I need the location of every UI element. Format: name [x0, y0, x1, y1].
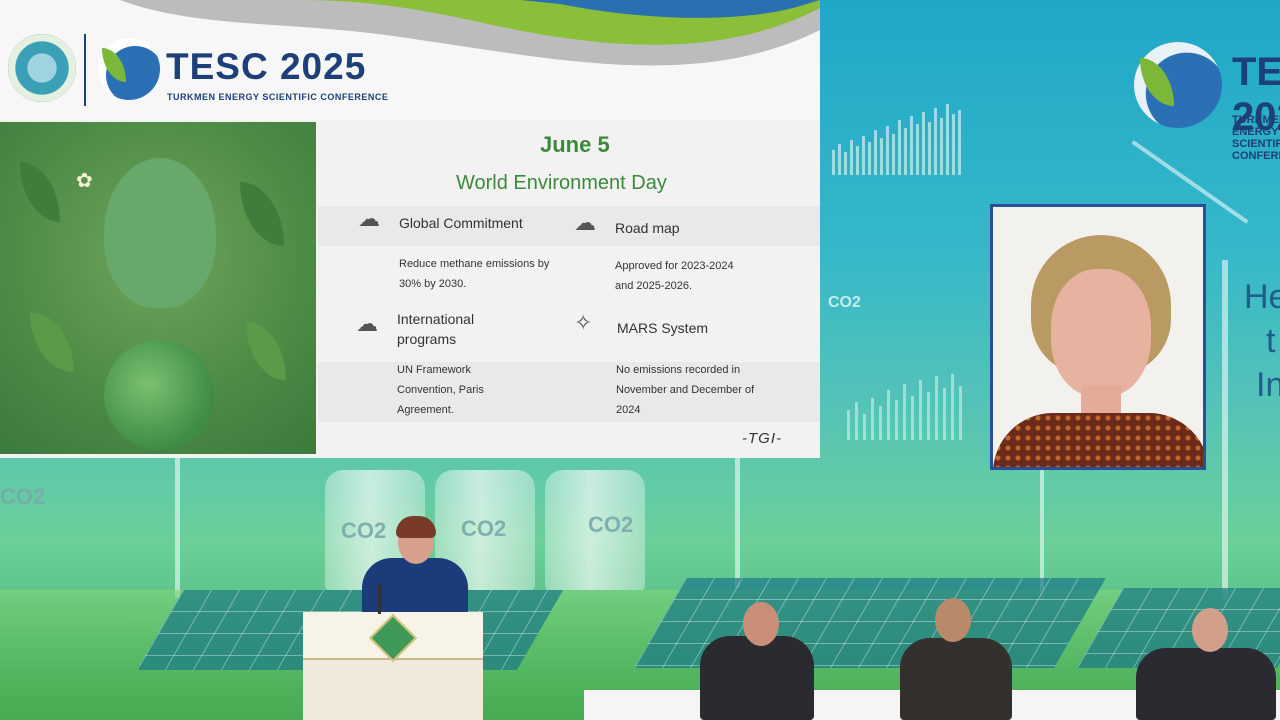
mother-earth-illustration: ✿: [0, 122, 316, 454]
microphone: [378, 584, 381, 614]
item-text-line: No emissions recorded in: [616, 364, 741, 376]
content-band: [318, 206, 820, 246]
item-text-line: 30% by 2030.: [399, 278, 467, 290]
co2-label: CO2: [461, 516, 507, 541]
item-text-line: November and December of: [616, 384, 755, 396]
satellite-icon: ✧: [574, 310, 593, 335]
tesc-globe-logo-backdrop: [1134, 42, 1222, 128]
bar-graphic-background: [832, 104, 961, 175]
panelist-head: [1192, 608, 1228, 652]
leaf-icon: [246, 322, 286, 380]
presentation-slide: TESC 2025 TURKMEN ENERGY SCIENTIFIC CONF…: [0, 0, 820, 458]
backdrop-side-text: t: [1266, 322, 1276, 360]
item-title-international-programs: programs: [397, 331, 457, 347]
speaker-portrait: [990, 204, 1206, 470]
slide-subject: World Environment Day: [456, 172, 667, 194]
leaf-icon: [1140, 58, 1174, 106]
earth-globe-illustration: [104, 340, 214, 450]
tgi-logo: -TGI-: [742, 430, 782, 447]
conference-title: TESC 2025: [166, 46, 367, 87]
item-title-international-programs: International: [397, 311, 475, 327]
slide-date: June 5: [540, 132, 610, 157]
leaf-icon: [20, 162, 60, 222]
item-title-mars-system: MARS System: [617, 320, 709, 336]
turkmenistan-seal-logo: [8, 34, 76, 102]
item-text-line: Reduce methane emissions by: [399, 258, 550, 270]
item-title-global-commitment: Global Commitment: [399, 215, 523, 231]
item-text-line: 2024: [616, 404, 641, 416]
leaf-icon: [30, 312, 74, 372]
logo-divider: [84, 34, 86, 106]
item-text-line: UN Framework: [397, 364, 471, 376]
wind-turbine-tower: [1222, 260, 1228, 600]
co2-label: CO2: [588, 512, 634, 537]
conference-subtitle: TURKMEN ENERGY SCIENTIFIC CONFERENCE: [167, 92, 389, 102]
panelist-head: [743, 602, 779, 646]
portrait-patterned-dress: [993, 413, 1203, 467]
panelist-suit: [700, 636, 814, 720]
backdrop-side-text: He: [1244, 278, 1280, 316]
item-text-line: Approved for 2023-2024: [615, 260, 734, 272]
leaf-icon: [102, 48, 126, 82]
co2-label: CO2: [828, 294, 861, 311]
backdrop-brand-subtitle: TURKMEN ENERGY SCIENTIFIC CONFERENCE: [1232, 114, 1280, 162]
cloud-icon: ☁: [358, 206, 380, 231]
backdrop-side-text: In: [1256, 366, 1280, 404]
flower-icon: ✿: [76, 170, 93, 192]
bar-graphic-background-2: [847, 374, 962, 440]
speaker-hair: [396, 516, 436, 538]
item-text-line: Convention, Paris: [397, 384, 484, 396]
portrait-face: [1051, 269, 1151, 397]
tesc-globe-logo: [98, 38, 160, 100]
woman-face-illustration: [104, 158, 216, 308]
item-text-line: and 2025-2026.: [615, 280, 693, 292]
panelist-head: [935, 598, 971, 642]
leaf-icon: [240, 182, 284, 246]
utility-pole: [175, 458, 180, 598]
co2-label: CO2: [341, 518, 387, 543]
panelist-suit: [900, 638, 1012, 720]
panelist-suit: [1136, 648, 1276, 720]
cloud-icon: ☁: [574, 210, 596, 235]
item-title-road-map: Road map: [615, 220, 680, 236]
cloud-icon: ☁: [356, 311, 378, 336]
item-text-line: Agreement.: [397, 404, 454, 416]
co2-label: CO2: [0, 484, 46, 509]
utility-pole: [735, 458, 740, 588]
conference-stage: CO2 CO2 CO2 CO2 CO2 TESC 2025 TURKMEN EN…: [0, 0, 1280, 720]
